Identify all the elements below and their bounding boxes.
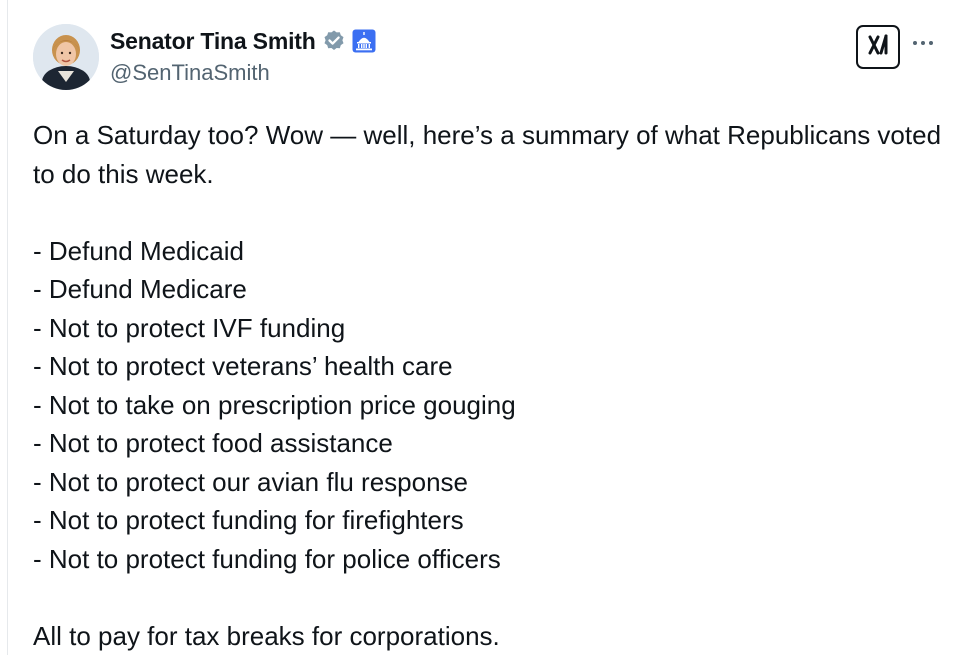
avatar[interactable]: [33, 24, 99, 90]
display-name[interactable]: Senator Tina Smith: [110, 28, 316, 55]
list-item: - Not to protect funding for police offi…: [33, 543, 501, 574]
tweet-intro: On a Saturday too? Wow — well, here’s a …: [33, 120, 942, 189]
verified-badge-icon[interactable]: [322, 29, 346, 53]
capitol-icon[interactable]: [352, 29, 376, 53]
list-item: - Not to protect veterans’ health care: [33, 351, 453, 381]
list-item: - Not to protect food assistance: [33, 428, 393, 458]
tweet-text: On a Saturday too? Wow — well, here’s a …: [33, 116, 943, 655]
list-item: - Not to protect IVF funding: [33, 312, 346, 343]
grok-icon: [865, 32, 891, 63]
tweet-outro: All to pay for tax breaks for corporatio…: [33, 620, 500, 651]
tweet-list: - Defund Medicaid - Defund Medicare - No…: [33, 232, 943, 579]
list-item: - Not to take on prescription price goug…: [33, 389, 516, 420]
list-item: - Defund Medicaid: [33, 235, 244, 266]
more-icon: [911, 35, 935, 53]
list-item: - Not to protect funding for firefighter…: [33, 505, 464, 535]
display-name-row: Senator Tina Smith: [110, 26, 376, 56]
more-options-button[interactable]: [908, 29, 938, 59]
grok-button[interactable]: [856, 25, 900, 69]
handle[interactable]: @SenTinaSmith: [110, 60, 270, 86]
left-border: [7, 0, 8, 655]
list-item: - Not to protect our avian flu response: [33, 466, 469, 497]
list-item: - Defund Medicare: [33, 274, 247, 304]
tweet-header: Senator Tina Smith @SenTinaSmith: [33, 24, 940, 94]
